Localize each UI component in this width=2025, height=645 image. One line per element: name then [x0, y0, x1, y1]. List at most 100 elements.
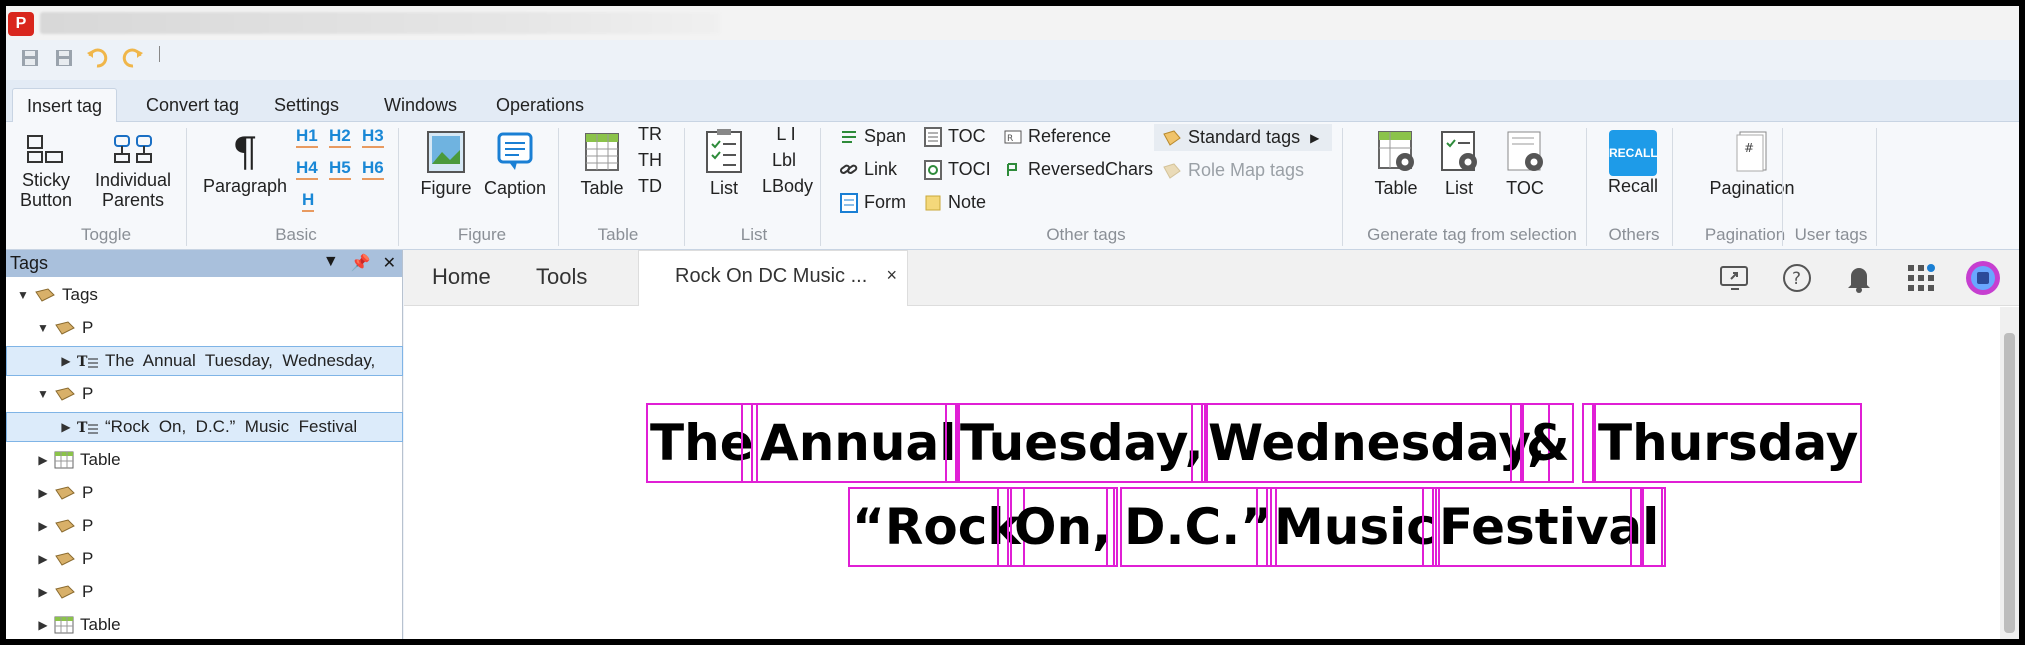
recall-button[interactable]: RECALL Recall: [1604, 130, 1662, 196]
tab-tools[interactable]: Tools: [536, 264, 587, 290]
user-avatar[interactable]: [1965, 260, 2001, 296]
h5-button[interactable]: H5: [329, 158, 351, 180]
lbl-button[interactable]: Lbl: [772, 150, 796, 170]
scrollbar-thumb[interactable]: [2004, 333, 2015, 633]
tab-home[interactable]: Home: [432, 264, 491, 290]
tree-node-p[interactable]: ▶ P: [6, 544, 403, 574]
toc-button[interactable]: TOC: [924, 126, 986, 147]
reversedchars-button[interactable]: ReversedChars: [1004, 159, 1153, 180]
generate-toc-button[interactable]: TOC: [1500, 128, 1550, 198]
table-icon: [54, 616, 74, 634]
td-button[interactable]: TD: [638, 176, 662, 196]
span-icon: [842, 130, 856, 143]
h3-button[interactable]: H3: [362, 126, 384, 148]
li-button[interactable]: L I: [776, 124, 796, 144]
submenu-arrow-icon: ▶: [1310, 130, 1320, 145]
vertical-scrollbar[interactable]: [2000, 307, 2019, 639]
recall-icon: RECALL: [1609, 130, 1658, 176]
notification-bell-icon[interactable]: [1841, 260, 1877, 296]
tab-document-file[interactable]: Rock On DC Music ... ×: [638, 250, 908, 306]
tree-node-text-selected[interactable]: ▶ T The Annual Tuesday, Wednesday,: [6, 346, 403, 376]
expand-icon[interactable]: ▶: [59, 420, 73, 434]
tab-operations[interactable]: Operations: [482, 88, 598, 122]
pin-icon[interactable]: 📌: [351, 253, 371, 273]
table-button[interactable]: Table: [572, 130, 632, 198]
expand-icon[interactable]: ▶: [36, 618, 50, 632]
expand-icon[interactable]: ▶: [36, 453, 50, 467]
role-map-tags-menu[interactable]: Role Map tags: [1162, 160, 1304, 181]
tagged-word[interactable]: D.C.”: [1120, 487, 1278, 567]
expand-icon[interactable]: ▶: [36, 519, 50, 533]
tree-node-text-selected[interactable]: ▶ T “Rock On, D.C.” Music Festival: [6, 412, 403, 442]
tree-root-tags[interactable]: ▼ Tags: [6, 280, 403, 310]
tree-node-table[interactable]: ▶ Table: [6, 445, 403, 475]
h1-button[interactable]: H1: [296, 126, 318, 148]
tr-button[interactable]: TR: [638, 124, 662, 144]
expand-icon[interactable]: ▶: [59, 354, 73, 368]
tagged-word[interactable]: On,: [1010, 487, 1116, 567]
h-button[interactable]: H: [302, 190, 315, 212]
tagged-word[interactable]: &: [1522, 403, 1574, 483]
note-button[interactable]: Note: [924, 192, 986, 213]
undo-icon[interactable]: [86, 46, 110, 70]
tab-convert-tag[interactable]: Convert tag: [132, 88, 253, 122]
h4-button[interactable]: H4: [296, 158, 318, 180]
list-button[interactable]: List: [696, 128, 752, 198]
dropdown-icon[interactable]: ▼: [323, 253, 339, 273]
generate-list-button[interactable]: List: [1434, 128, 1484, 198]
tagged-word[interactable]: Tuesday,: [956, 403, 1208, 483]
close-icon[interactable]: ✕: [383, 253, 396, 273]
form-button[interactable]: Form: [840, 192, 906, 213]
save-icon[interactable]: [18, 46, 42, 70]
caption-button[interactable]: Caption: [476, 130, 554, 198]
group-divider: [820, 128, 821, 246]
collapse-icon[interactable]: ▼: [36, 321, 50, 335]
tree-node-p[interactable]: ▶ P: [6, 577, 403, 607]
group-label-generate: Generate tag from selection: [1367, 225, 1577, 244]
group-divider: [684, 128, 685, 246]
pagination-button[interactable]: # Pagination: [1688, 128, 1816, 198]
standard-tags-menu[interactable]: Standard tags ▶: [1154, 124, 1332, 151]
apps-grid-icon[interactable]: [1903, 260, 1939, 296]
h6-button[interactable]: H6: [362, 158, 384, 180]
close-tab-icon[interactable]: ×: [886, 265, 897, 286]
reference-button[interactable]: R Reference: [1004, 126, 1111, 147]
tagged-word[interactable]: Thursday: [1594, 403, 1863, 483]
paragraph-button[interactable]: ¶ Paragraph: [200, 130, 290, 196]
tab-insert-tag[interactable]: Insert tag: [12, 88, 118, 122]
lbody-button[interactable]: LBody: [762, 176, 813, 196]
tagged-word[interactable]: Wednesday,: [1204, 403, 1551, 483]
group-label-other-tags: Other tags: [1046, 225, 1126, 244]
tree-node-p[interactable]: ▶ P: [6, 478, 403, 508]
individual-parents-button[interactable]: Individual Parents: [88, 132, 178, 210]
tag-icon: [54, 584, 76, 600]
expand-icon[interactable]: ▶: [36, 552, 50, 566]
tree-node-table[interactable]: ▶ Table: [6, 610, 403, 639]
span-button[interactable]: Span: [840, 126, 906, 147]
help-icon[interactable]: ?: [1779, 260, 1815, 296]
sticky-button[interactable]: Sticky Button: [16, 132, 76, 210]
collapse-icon[interactable]: ▼: [36, 387, 50, 401]
tagged-word[interactable]: Music: [1270, 487, 1440, 567]
tab-windows[interactable]: Windows: [370, 88, 471, 122]
save-as-icon[interactable]: [52, 46, 76, 70]
expand-icon[interactable]: ▶: [36, 585, 50, 599]
redo-icon[interactable]: [120, 46, 144, 70]
tree-node-p[interactable]: ▼ P: [6, 313, 403, 343]
link-button[interactable]: Link: [840, 159, 897, 180]
generate-table-button[interactable]: Table: [1368, 128, 1424, 198]
tree-label: P: [82, 483, 94, 502]
h2-button[interactable]: H2: [329, 126, 351, 148]
tag-box: [1256, 487, 1268, 567]
tagged-word[interactable]: Annual: [756, 403, 961, 483]
form-icon: [840, 192, 858, 213]
th-button[interactable]: TH: [638, 150, 662, 170]
collapse-icon[interactable]: ▼: [16, 288, 30, 302]
share-screen-icon[interactable]: [1717, 260, 1753, 296]
figure-button[interactable]: Figure: [410, 130, 482, 198]
toci-button[interactable]: TOCI: [924, 159, 991, 180]
tree-node-p[interactable]: ▶ P: [6, 511, 403, 541]
tab-settings[interactable]: Settings: [260, 88, 353, 122]
tree-node-p[interactable]: ▼ P: [6, 379, 403, 409]
expand-icon[interactable]: ▶: [36, 486, 50, 500]
